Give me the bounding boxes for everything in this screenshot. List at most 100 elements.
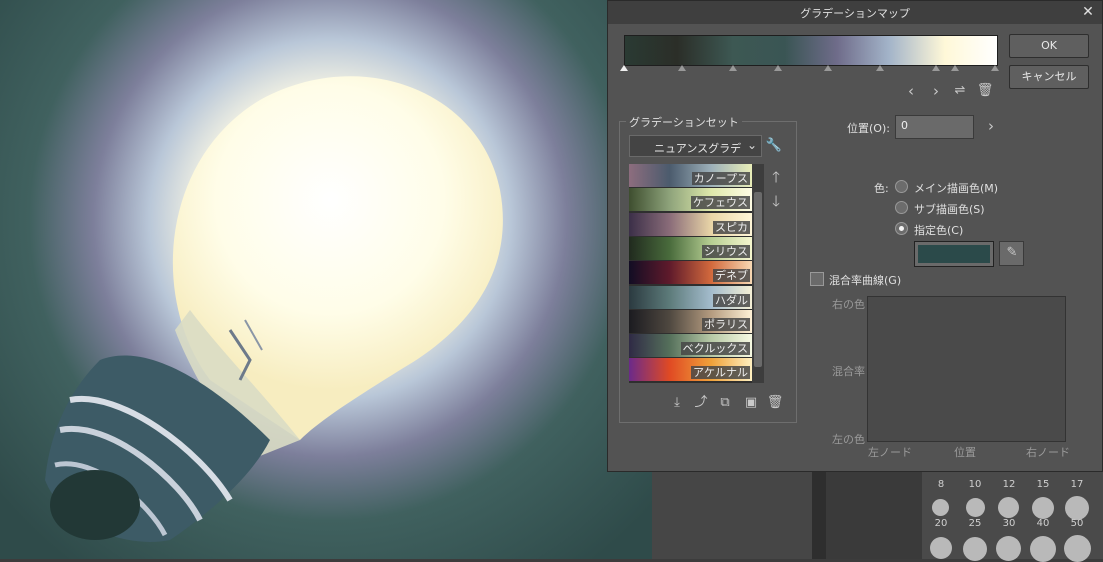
brush-size-label[interactable]: 8 (924, 479, 958, 490)
prev-node-icon[interactable]: ‹ (902, 83, 920, 101)
blend-curve-graph[interactable] (867, 296, 1066, 442)
gradient-set-label: グラデーションセット (626, 114, 742, 130)
gradient-set-item[interactable]: アケルナル (629, 358, 752, 382)
export-gradient-icon[interactable]: ⤴ (692, 395, 710, 413)
next-node-icon[interactable]: › (927, 83, 945, 101)
curve-right-node-label: 右ノード (1026, 446, 1070, 459)
gradient-set-list[interactable]: カノープスケフェウススピカシリウスデネブハダルポラリスベクルックスアケルナル (629, 164, 752, 383)
position-label: 位置(O): (847, 122, 890, 135)
curve-left-color-label: 左の色 (832, 433, 865, 446)
gradient-set-item[interactable]: スピカ (629, 212, 752, 236)
gradient-set-item-label: ケフェウス (691, 196, 750, 210)
gradient-set-item-label: デネブ (713, 269, 750, 283)
gradient-set-item[interactable]: ベクルックス (629, 334, 752, 358)
gradient-set-scrollbar[interactable] (752, 164, 764, 383)
brush-size-label[interactable]: 50 (1060, 518, 1094, 529)
panel-strip (652, 470, 812, 559)
ok-button[interactable]: OK (1009, 34, 1089, 58)
duplicate-gradient-icon[interactable]: ⧉ (716, 395, 734, 413)
chevron-down-icon: ⌄ (746, 138, 757, 152)
gradient-set-selected: ニュアンスグラデ (654, 142, 742, 155)
add-gradient-icon[interactable]: ▣ (742, 395, 760, 413)
gradient-map-dialog: グラデーションマップ ✕ OK キャンセル ‹ › ⇌ 🗑 グラデーションセット… (607, 0, 1103, 472)
curve-position-label: 位置 (954, 446, 976, 459)
gradient-set-item[interactable]: ポラリス (629, 309, 752, 333)
eyedropper-icon: ✎ (1006, 245, 1018, 260)
delete-node-icon[interactable]: 🗑 (976, 83, 994, 101)
delete-gradient-icon[interactable]: 🗑 (766, 395, 784, 413)
gradient-set-item[interactable]: デネブ (629, 261, 752, 285)
gradient-node[interactable] (932, 65, 940, 71)
gradient-set-item-label: アケルナル (691, 366, 750, 380)
gradient-node[interactable] (620, 65, 628, 71)
color-label: 色: (874, 182, 889, 195)
gradient-node-row[interactable] (620, 65, 999, 75)
move-down-icon[interactable]: 🡓 (767, 193, 785, 211)
gradient-node[interactable] (774, 65, 782, 71)
brush-size-label[interactable]: 40 (1026, 518, 1060, 529)
brush-size-dot[interactable] (1032, 497, 1054, 519)
gradient-set-item-label: ベクルックス (680, 342, 750, 356)
gradient-set-item-label: スピカ (713, 220, 750, 234)
gradient-set-item-label: カノープス (691, 172, 750, 185)
brush-size-dot[interactable] (932, 499, 949, 516)
brush-size-label[interactable]: 25 (958, 518, 992, 529)
flip-gradient-icon[interactable]: ⇌ (951, 83, 969, 101)
brush-size-dot[interactable] (1065, 496, 1089, 520)
brush-size-label[interactable]: 12 (992, 479, 1026, 490)
brush-size-dot[interactable] (998, 497, 1019, 518)
radio-sub-color[interactable] (895, 201, 908, 214)
gradient-node[interactable] (951, 65, 959, 71)
position-input[interactable]: 0 (895, 115, 974, 139)
gradient-node[interactable] (991, 65, 999, 71)
cancel-button[interactable]: キャンセル (1009, 65, 1089, 89)
panel-divider (812, 470, 826, 559)
eyedropper-button[interactable]: ✎ (999, 241, 1024, 266)
gradient-set-item-label: ハダル (713, 293, 750, 307)
curve-left-node-label: 左ノード (868, 446, 912, 459)
import-gradient-icon[interactable]: ⤓ (668, 395, 686, 413)
radio-sub-color-label[interactable]: サブ描画色(S) (914, 201, 985, 217)
radio-main-color[interactable] (895, 180, 908, 193)
gradient-set-dropdown[interactable]: ニュアンスグラデ ⌄ (629, 135, 762, 157)
specified-color-swatch[interactable] (914, 241, 994, 267)
brush-size-dot[interactable] (996, 536, 1021, 561)
gradient-node[interactable] (824, 65, 832, 71)
brush-size-dot[interactable] (966, 498, 985, 517)
dialog-title-bar[interactable]: グラデーションマップ ✕ (608, 1, 1102, 24)
gradient-node[interactable] (678, 65, 686, 71)
wrench-icon[interactable]: 🔧 (765, 138, 783, 156)
radio-main-color-label[interactable]: メイン描画色(M) (914, 180, 998, 196)
gradient-set-item[interactable]: シリウス (629, 236, 752, 260)
radio-specified-color-label[interactable]: 指定色(C) (914, 222, 963, 238)
dialog-title: グラデーションマップ (800, 7, 910, 20)
gradient-preview-bar[interactable] (624, 35, 998, 66)
scrollbar-thumb[interactable] (754, 192, 762, 367)
brush-size-dot[interactable] (1030, 536, 1056, 562)
curve-blend-rate-label: 混合率 (832, 365, 865, 378)
gradient-set-item[interactable]: カノープス (629, 164, 752, 187)
close-icon[interactable]: ✕ (1080, 4, 1096, 20)
brush-size-label[interactable]: 15 (1026, 479, 1060, 490)
position-expand-icon[interactable]: › (982, 118, 1000, 136)
brush-size-palette: 8 10 12 15 17 20 25 30 40 50 (922, 470, 1103, 562)
brush-size-label[interactable]: 20 (924, 518, 958, 529)
color-swatch-fill (918, 245, 990, 263)
gradient-set-item-label: シリウス (702, 244, 750, 258)
gradient-set-item[interactable]: ケフェウス (629, 188, 752, 212)
curve-right-color-label: 右の色 (832, 298, 865, 311)
gradient-set-item-label: ポラリス (702, 317, 750, 331)
move-up-icon[interactable]: 🡑 (767, 169, 785, 187)
brush-size-dot[interactable] (1064, 535, 1091, 562)
blend-curve-checkbox[interactable] (810, 272, 824, 286)
brush-size-label[interactable]: 10 (958, 479, 992, 490)
radio-specified-color[interactable] (895, 222, 908, 235)
brush-size-label[interactable]: 30 (992, 518, 1026, 529)
brush-size-dot[interactable] (930, 537, 952, 559)
gradient-set-item[interactable]: ハダル (629, 285, 752, 309)
brush-size-dot[interactable] (963, 537, 987, 561)
brush-size-label[interactable]: 17 (1060, 479, 1094, 490)
gradient-node[interactable] (729, 65, 737, 71)
gradient-node[interactable] (876, 65, 884, 71)
blend-curve-label[interactable]: 混合率曲線(G) (829, 272, 901, 288)
